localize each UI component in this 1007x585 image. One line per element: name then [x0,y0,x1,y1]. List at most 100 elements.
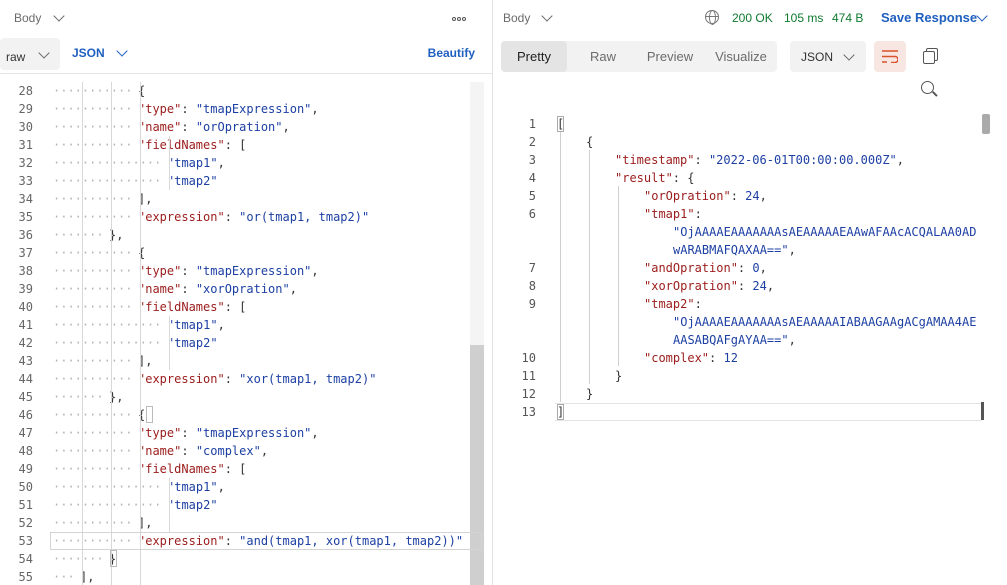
whitespace-markers: ··········· [53,84,133,98]
beautify-button[interactable]: Beautify [428,46,475,60]
body-format-select[interactable]: JSON [72,46,105,60]
whitespace-markers: ······· [53,228,104,242]
json-key: "complex" [644,351,710,365]
status-code[interactable]: 200 OK [732,11,773,25]
json-punctuation: : [737,279,753,293]
text-cursor [981,402,991,420]
line-number: 34 [18,192,33,206]
whitespace-markers: ··········· [53,444,133,458]
whitespace-markers: ··········· [53,408,133,422]
response-size[interactable]: 474 B [832,11,863,25]
code-line: 44 "expression": "xor(tmap1, tmap2)" ·····… [0,370,484,388]
code-line: 50 "tmap1", ··············· [0,478,484,496]
request-code-editor[interactable]: 28{··········· 29 "type": "tmapExpression"… [0,82,484,585]
code-line: 11} [493,367,973,385]
more-options-icon[interactable] [452,12,467,21]
json-string: "complex" [195,444,261,458]
indent-guide [169,478,170,532]
tab-raw[interactable]: Raw [571,41,635,72]
json-punctuation: , [788,243,796,257]
code-line: 7 "andOpration": 0, [493,259,973,277]
body-mode-select[interactable]: raw [0,38,60,70]
code-line: 36}, ······· [0,226,484,244]
code-line: 4 "result": { [493,169,973,187]
whitespace-markers: ··············· [53,318,162,332]
response-body-label[interactable]: Body [503,11,530,25]
json-punctuation: : [181,444,196,458]
json-punctuation: , [759,261,767,275]
json-punctuation: , [311,426,319,440]
whitespace-markers: ··········· [53,102,133,116]
chevron-down-icon[interactable] [53,10,65,22]
body-mode-value: raw [6,50,26,64]
code-text: } [586,385,593,403]
json-string: "tmapExpression" [195,102,312,116]
json-value: 24 [752,279,767,293]
line-number: 44 [18,372,33,386]
json-punctuation: : [730,189,746,203]
json-punctuation: : [224,210,240,224]
copy-icon[interactable] [923,48,938,64]
response-time[interactable]: 105 ms [784,11,823,25]
code-line: 49 "fieldNames": [··········· [0,460,484,478]
json-key: "andOpration" [644,261,738,275]
save-response-button[interactable]: Save Response [881,10,977,25]
code-line: "OjAAAAEAAAAAAAsAEAAAAAEAAwAFAAcACQALAA0… [493,223,976,241]
code-text: "tmap2": [644,295,702,313]
search-icon[interactable] [921,81,934,94]
wrap-lines-button[interactable] [874,41,906,72]
json-value: 0 [752,261,760,275]
chevron-down-icon[interactable] [976,10,988,22]
request-body-pane: Body raw JSON Beautify 28{··········· 29 "… [0,0,493,585]
line-number: 40 [18,300,33,314]
code-line: 34], ··········· [0,190,484,208]
json-string: "tmapExpression" [195,426,312,440]
code-line: 45}, ······· [0,388,484,406]
whitespace-markers: ··········· [53,354,133,368]
line-number: 10 [521,351,536,365]
response-view-tabs: Pretty Raw Preview Visualize [501,41,777,72]
chevron-down-icon[interactable] [541,10,553,22]
line-number: 13 [521,405,536,419]
whitespace-markers: ··········· [53,264,133,278]
line-number: 39 [18,282,33,296]
json-string: "orOpration" [195,120,283,134]
tab-visualize[interactable]: Visualize [705,41,777,72]
code-text: "tmap2" [167,334,218,352]
tab-pretty[interactable]: Pretty [501,41,567,72]
code-line: 35 "expression": "or(tmap1, tmap2)" ······… [0,208,484,226]
code-line: 3 "timestamp": "2022-06-01T00:00:00.000Z"… [493,151,973,169]
code-text: "type": "tmapExpression", [138,262,319,280]
json-string: "tmap2" [167,174,218,188]
json-punctuation: : [181,264,196,278]
code-text: "name": "xorOpration", [138,280,297,298]
code-line: AASABQAFgAYAA==", [493,331,973,349]
whitespace-markers: ··············· [53,498,162,512]
json-punctuation: , [217,480,225,494]
code-line: 10 "complex": 12 [493,349,973,367]
response-format-select[interactable]: JSON [790,41,866,72]
globe-icon[interactable] [705,10,719,25]
code-line: 42 "tmap2" ··············· [0,334,484,352]
json-value: "2022-06-01T00:00:00.000Z" [708,153,897,167]
request-body-label[interactable]: Body [14,11,41,25]
json-key: "name" [138,282,182,296]
whitespace-markers: ··········· [53,120,133,134]
line-number: 41 [18,318,33,332]
line-number: 48 [18,444,33,458]
code-text: "OjAAAAEAAAAAAAsAEAAAAAEAAwAFAAcACQALAA0… [673,223,976,241]
code-line: 40 "fieldNames": [··········· [0,298,484,316]
indent-guide [111,82,112,585]
whitespace-markers: ······· [53,552,104,566]
whitespace-markers: ··········· [53,138,133,152]
viewer-scrollbar-thumb[interactable] [982,114,990,134]
chevron-down-icon[interactable] [116,45,128,57]
line-number: 42 [18,336,33,350]
tab-preview[interactable]: Preview [635,41,705,72]
json-punctuation: , [311,102,319,116]
code-text: "xorOpration": 24, [644,277,774,295]
line-number: 7 [528,261,536,275]
response-code-viewer[interactable]: 1[2{3 "timestamp": "2022-06-01T00:00:00.0… [493,114,997,585]
response-format-value: JSON [801,50,834,64]
line-number: 36 [18,228,33,242]
